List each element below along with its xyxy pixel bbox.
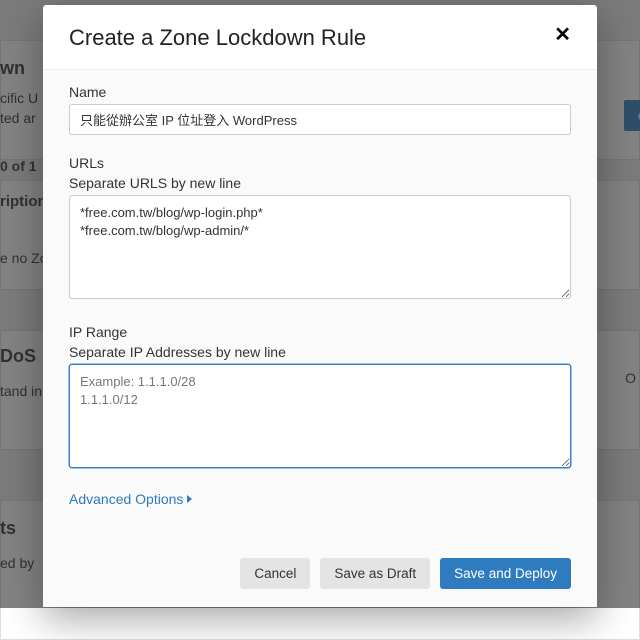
modal-footer: Cancel Save as Draft Save and Deploy <box>43 544 597 607</box>
cancel-button[interactable]: Cancel <box>240 558 310 589</box>
name-input[interactable] <box>69 104 571 135</box>
modal-header: Create a Zone Lockdown Rule ✕ <box>43 5 597 69</box>
advanced-options-label: Advanced Options <box>69 491 183 507</box>
save-draft-button[interactable]: Save as Draft <box>320 558 430 589</box>
close-icon[interactable]: ✕ <box>554 25 571 45</box>
ip-range-help: Separate IP Addresses by new line <box>69 344 571 360</box>
urls-help: Separate URLS by new line <box>69 175 571 191</box>
ip-range-textarea[interactable] <box>69 364 571 468</box>
ip-range-label: IP Range <box>69 324 571 340</box>
name-label: Name <box>69 84 571 100</box>
urls-textarea[interactable] <box>69 195 571 299</box>
modal-body: Name URLs Separate URLS by new line IP R… <box>43 69 597 544</box>
name-section: Name <box>69 84 571 135</box>
save-deploy-button[interactable]: Save and Deploy <box>440 558 571 589</box>
modal-title: Create a Zone Lockdown Rule <box>69 25 366 51</box>
urls-label: URLs <box>69 155 571 171</box>
ip-range-section: IP Range Separate IP Addresses by new li… <box>69 324 571 473</box>
zone-lockdown-modal: Create a Zone Lockdown Rule ✕ Name URLs … <box>43 5 597 607</box>
chevron-right-icon <box>187 495 192 503</box>
urls-section: URLs Separate URLS by new line <box>69 155 571 304</box>
advanced-options-toggle[interactable]: Advanced Options <box>69 491 192 507</box>
